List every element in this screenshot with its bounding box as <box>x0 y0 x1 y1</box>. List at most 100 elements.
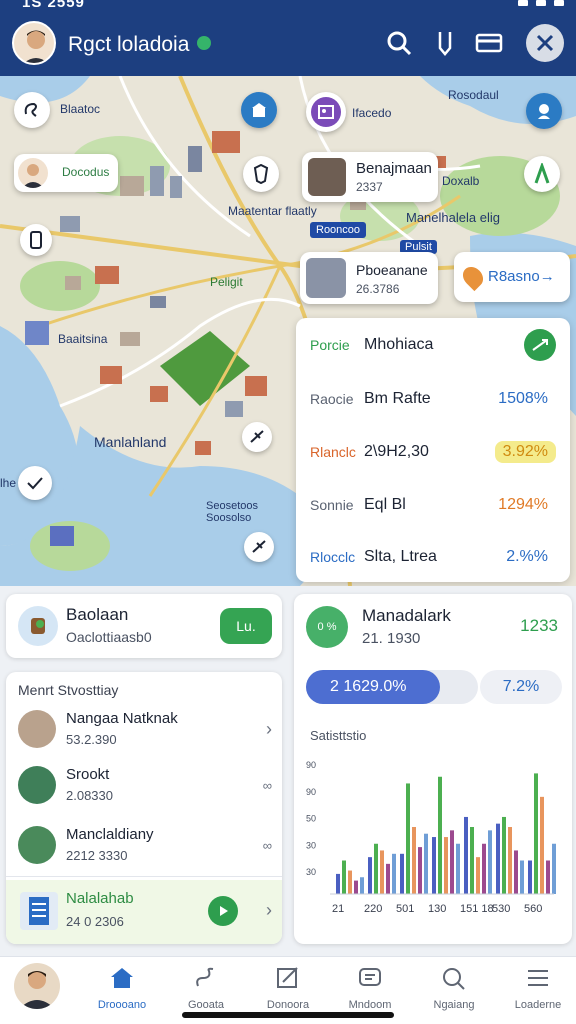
chart-bar <box>424 833 428 894</box>
percent-icon: 0 % <box>306 606 348 648</box>
item-title: Srookt <box>66 766 110 783</box>
x-tick-label: 130 <box>428 903 446 915</box>
y-tick-label: 30 <box>306 867 316 877</box>
chevron-right-icon[interactable]: › <box>266 900 272 921</box>
nav-label: Mndoom <box>348 999 392 1011</box>
stat-row[interactable]: Sonnie Eql Bl 1294% <box>310 492 556 518</box>
pen-icon[interactable] <box>430 28 460 58</box>
route-chip[interactable]: R8asno→ <box>454 252 570 302</box>
list-item[interactable]: Nangaa Natknak 53.2.390 › <box>6 702 282 760</box>
stat-row[interactable]: Raocie Bm Rafte 1508% <box>310 386 556 412</box>
x-tick-label: 560 <box>524 903 542 915</box>
link-icon[interactable]: ∞ <box>263 838 272 853</box>
shuffle-icon[interactable] <box>524 329 556 361</box>
chart-bar <box>470 827 474 894</box>
map-label: lhe <box>0 476 17 490</box>
item-sub: 2212 3330 <box>66 848 128 863</box>
chart-bar <box>488 830 492 894</box>
chart-bar <box>514 850 518 894</box>
chart-bar <box>360 877 364 894</box>
navigate-button-2[interactable] <box>244 532 274 562</box>
user-avatar[interactable] <box>12 21 56 65</box>
place-sub: 2337 <box>356 180 383 194</box>
item-thumb-icon <box>18 826 56 864</box>
metrics-sub: 21. 1930 <box>362 630 421 647</box>
chart-bar <box>508 827 512 894</box>
play-icon[interactable] <box>208 896 238 926</box>
list-item[interactable]: Manclaldiany 2212 3330 ∞ <box>6 818 282 876</box>
nav-chat[interactable]: Mndoom <box>332 965 408 1011</box>
nav-home[interactable]: Droooano <box>84 965 160 1011</box>
user-location-chip[interactable]: Docodus <box>14 154 118 192</box>
stat-name: Bm Rafte <box>364 390 431 407</box>
stat-row[interactable]: Porcie Mhohiaca <box>310 329 556 361</box>
nav-list[interactable]: Loaderne <box>500 965 576 1011</box>
list-item[interactable]: Nalalahab 24 0 2306 › <box>6 880 282 944</box>
link-icon[interactable]: ∞ <box>263 778 272 793</box>
item-title: Manclaldiany <box>66 826 154 843</box>
nav-label: Gooata <box>187 999 225 1011</box>
chevron-right-icon[interactable]: › <box>266 719 272 740</box>
y-tick-label: 30 <box>306 840 316 850</box>
shield-button[interactable] <box>243 156 279 192</box>
item-thumb-icon <box>18 766 56 804</box>
chart-bar <box>464 816 468 894</box>
profile-avatar[interactable] <box>14 963 60 1009</box>
y-tick-label: 50 <box>306 814 316 824</box>
y-tick-label: 90 <box>306 787 316 797</box>
stat-row[interactable]: Rlanclc 2\9H2,30 3.92% <box>310 439 556 465</box>
progress-label: 2 1629.0% <box>330 678 407 695</box>
stat-value: 1294% <box>498 496 548 513</box>
item-sub: 24 0 2306 <box>66 914 124 929</box>
chart-bar <box>342 860 346 894</box>
search-person-icon[interactable] <box>384 28 414 58</box>
nav-search[interactable]: Ngaiang <box>416 965 492 1011</box>
user-chip-label: Docodus <box>62 165 110 179</box>
stat-name: Slta, Ltrea <box>364 548 437 565</box>
stat-row[interactable]: Rlocclc Slta, Ltrea 2.%% <box>310 544 556 570</box>
stat-key: Raocie <box>310 391 354 407</box>
chart-bar <box>406 783 410 894</box>
nav-edit[interactable]: Donoora <box>250 965 326 1011</box>
location-pin-icon <box>458 262 488 292</box>
stat-name: Eql Bl <box>364 496 406 513</box>
home-icon <box>108 965 136 991</box>
tools-icon <box>18 606 58 646</box>
list-item[interactable]: Srookt 2.08330 ∞ <box>6 758 282 816</box>
check-button[interactable] <box>18 466 52 500</box>
summary-action-button[interactable]: Lu. <box>220 608 272 644</box>
nav-label: Droooano <box>97 999 147 1011</box>
layers-button[interactable] <box>14 92 50 128</box>
directions-button[interactable] <box>524 156 560 192</box>
nav-label: Ngaiang <box>433 999 475 1011</box>
x-tick-label: 530 <box>492 903 510 915</box>
chart-bar <box>502 816 506 894</box>
x-tick-label: 21 <box>332 903 344 915</box>
stat-key: Rlocclc <box>310 549 356 565</box>
summary-card[interactable]: Baolaan Oaclottiaasb0 Lu. <box>6 594 282 658</box>
phone-icon <box>30 231 42 249</box>
location-pin-button[interactable] <box>241 92 277 128</box>
close-button[interactable] <box>526 24 564 62</box>
navigate-button[interactable] <box>242 422 272 452</box>
metrics-value: 1233 <box>520 616 558 635</box>
chart-bar <box>374 843 378 894</box>
media-pin-button[interactable] <box>306 92 346 132</box>
map-label: Ifacedo <box>352 106 392 120</box>
nav-route[interactable]: Gooata <box>168 965 244 1011</box>
route-chip-label: R8asno→ <box>488 268 555 285</box>
place-card[interactable]: Benajmaan 2337 <box>302 152 438 202</box>
swirl-icon <box>24 102 37 117</box>
place-card[interactable]: Pboeanane 26.3786 <box>300 252 438 304</box>
chart-bar <box>534 773 538 894</box>
map-label: Rosodaul <box>448 88 499 102</box>
chart-bar <box>412 827 416 894</box>
chart-bar <box>336 873 340 894</box>
nav-label: Loaderne <box>514 999 562 1011</box>
map-label: Blaatoc <box>60 102 101 116</box>
card-icon[interactable] <box>474 28 504 58</box>
phone-button[interactable] <box>20 224 52 256</box>
map-view[interactable]: Blaatoc Ifacedo Rosodaul Doxalb Maatenta… <box>0 76 576 586</box>
building-icon <box>308 158 346 196</box>
profile-pin-button[interactable] <box>526 93 562 129</box>
